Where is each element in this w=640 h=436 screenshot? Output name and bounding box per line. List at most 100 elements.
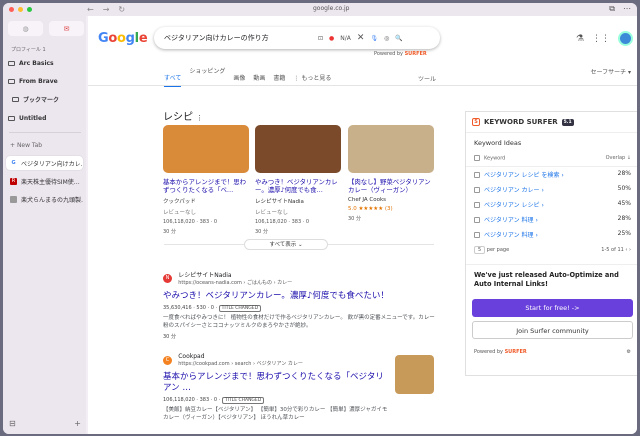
google-logo[interactable]: Google [98,31,148,46]
archive-icon[interactable]: ⊟ [9,419,16,428]
more-options-icon[interactable]: ⋮ [196,114,203,122]
search-result: N レシピサイトNadia https://oceans-nadia.com ›… [163,270,438,340]
result-title-link[interactable]: 基本からアレンジまで！思わずつくりたくなる「ベジタリアン … [163,372,388,394]
new-tab-button[interactable]: + New Tab [10,142,42,149]
surfer-toggle-icon[interactable]: ⊡ [318,35,323,42]
cookpad-favicon-icon: C [163,355,172,365]
title-bar: ← → ↻ google.co.jp ⧉ ⋯ [3,3,637,16]
title-changed-badge: TITLE CHANGED [218,305,262,312]
panel-title: KEYWORD SURFER [484,118,558,126]
search-result: C Cookpad https://cookpad.com › search ›… [163,353,388,422]
join-community-button[interactable]: Join Surfer community [472,320,633,339]
next-page-icon[interactable]: › [629,247,631,253]
settings-icon[interactable]: ⚙ [627,349,631,355]
back-arrow-icon[interactable]: ← [87,5,94,14]
recipe-card[interactable]: 基本からアレンジまで！思わずつくりたくなる「ベ… クックパッド レビューなし 1… [163,125,249,235]
surfer-powered-by: Powered by SURFER [374,51,427,57]
sidebar-divider [9,132,81,133]
folder-arc-basics[interactable]: Arc Basics [8,57,54,69]
result-site-name: レシピサイトNadia [178,272,232,279]
tools-button[interactable]: ツール [418,74,436,83]
select-all-checkbox[interactable] [474,155,480,161]
clear-icon[interactable]: ✕ [357,33,365,43]
per-page-select[interactable]: 5 [474,245,486,254]
recipe-card[interactable]: やみつき！ベジタリアンカレー。濃厚♪何度でも食… レシピサイトNadia レビュ… [255,125,341,235]
keyword-row[interactable]: ベジタリアン レシピ を検索 › 28% [466,167,637,182]
more-menu-icon[interactable]: ⋯ [623,4,631,14]
row-checkbox[interactable] [474,172,480,178]
search-box[interactable]: ベジタリアン向けカレーの作り方 ⊡ ● N/A ✕ 🎙 ◎ 🔍 [154,27,440,49]
recipe-card[interactable]: 【肉なし】野菜ベジタリアンカレー（ヴィーガン） Chef JA Cooks 5.… [348,125,434,222]
search-icon[interactable]: 🔍 [395,35,402,42]
row-checkbox[interactable] [474,232,480,238]
version-badge: 5.1 [561,118,574,126]
url-bar[interactable]: google.co.jp [313,5,349,12]
labs-flask-icon[interactable]: ⚗ [576,34,584,44]
avatar[interactable] [618,31,633,46]
pinned-favicon-icon: ◍ [22,24,29,33]
keyword-row[interactable]: ベジタリアン 料理 › 25% [466,227,637,242]
recipes-heading: レシピ ⋮ [163,112,204,123]
search-results-page: Google ベジタリアン向けカレーの作り方 ⊡ ● N/A ✕ 🎙 ◎ 🔍 P… [88,16,637,434]
result-title-link[interactable]: やみつき！ベジタリアンカレー。濃厚♪何度でも食べたい！ [163,291,438,302]
keyword-surfer-panel: S KEYWORD SURFER 5.1 Keyword Ideas Keywo… [465,111,637,376]
row-checkbox[interactable] [474,202,480,208]
folder-untitled[interactable]: Untitled [8,112,46,124]
prev-page-icon[interactable]: ‹ [625,247,627,253]
sidebar-tab-rakuten-sim[interactable]: R 楽天株主優待SIM使… [6,174,83,188]
show-all-button[interactable]: すべて表示 ⌄ [244,239,328,250]
folder-icon [12,96,19,102]
maximize-window-button[interactable] [27,7,32,12]
folder-icon [8,115,15,121]
keyword-ideas-heading: Keyword Ideas [474,139,522,147]
keyword-pagination: 5 per page 1-5 of 11 ‹ › [466,242,637,258]
result-url[interactable]: https://oceans-nadia.com › ごはんもの › カレー [178,280,292,286]
pinned-tab-1[interactable]: ◍ [8,21,43,36]
result-snippet: 【美飯】納豆カレー【ベジタリアン】 【簡単】30分で彩りカレー 【簡単】濃厚ジャ… [163,407,388,421]
result-thumbnail[interactable] [395,355,434,394]
lens-icon[interactable]: ◎ [384,35,389,42]
extensions-icon[interactable]: ⧉ [609,4,615,14]
close-window-button[interactable] [9,7,14,12]
forward-arrow-icon[interactable]: → [103,5,110,14]
mic-icon[interactable]: 🎙 [370,35,378,42]
profile-label: プロフィール 1 [11,47,46,53]
gmail-icon: ✉ [63,24,70,33]
surfer-logo-icon: S [472,118,480,126]
nadia-favicon-icon: N [163,273,172,283]
search-input[interactable]: ベジタリアン向けカレーの作り方 [164,33,314,43]
apps-grid-icon[interactable]: ⋮⋮ [592,34,610,44]
safesearch-button[interactable]: セーフサーチ ▾ [590,67,631,76]
sidebar-tab-ranmaru[interactable]: 楽犬らんまるの九頭製… [6,192,83,206]
sidebar-tab-vegetarian-curry[interactable]: G ベジタリアン向けカレ… [6,156,83,170]
status-dot-icon: ● [329,34,335,42]
result-snippet: 一度食べればやみつきに！ 植物性の食材だけで作るベジタリアンカレー。 飲が黒の定… [163,315,435,329]
minimize-window-button[interactable] [18,7,23,12]
na-label: N/A [340,34,351,42]
folder-icon [8,60,15,66]
site-favicon-icon [10,195,17,203]
row-checkbox[interactable] [474,217,480,223]
folder-from-brave[interactable]: From Brave [8,75,58,87]
keyword-row[interactable]: ベジタリアン レシピ › 45% [466,197,637,212]
tab-shopping[interactable]: ショッピング [189,66,225,87]
folder-icon [8,78,15,84]
keyword-row[interactable]: ベジタリアン カレー › 50% [466,182,637,197]
result-url[interactable]: https://cookpad.com › search › ベジタリアン カレ… [178,361,303,367]
result-time: 30 分 [163,334,176,340]
recipe-image [348,125,434,173]
keyword-row[interactable]: ベジタリアン 料理 › 28% [466,212,637,227]
pinned-tab-gmail[interactable]: ✉ [49,21,84,36]
folder-bookmarks[interactable]: ブックマーク [12,93,59,105]
start-free-button[interactable]: Start for free! -> [472,298,633,317]
tabs-divider [88,85,637,86]
panel-footer: Powered by SURFER ⚙ [474,348,631,355]
result-site-name: Cookpad [178,353,205,360]
add-icon[interactable]: + [74,419,81,428]
sidebar: ◍ ✉ プロフィール 1 Arc Basics From Brave ブックマー… [3,16,86,434]
keyword-table-header: Keyword Overlap ↓ [466,151,637,167]
result-stats: 106,118,020 · 383 · 0 · TITLE CHANGED [163,397,388,404]
row-checkbox[interactable] [474,187,480,193]
result-stats: 35,630,416 · 530 · 0 · TITLE CHANGED [163,305,438,312]
reload-icon[interactable]: ↻ [118,5,125,14]
